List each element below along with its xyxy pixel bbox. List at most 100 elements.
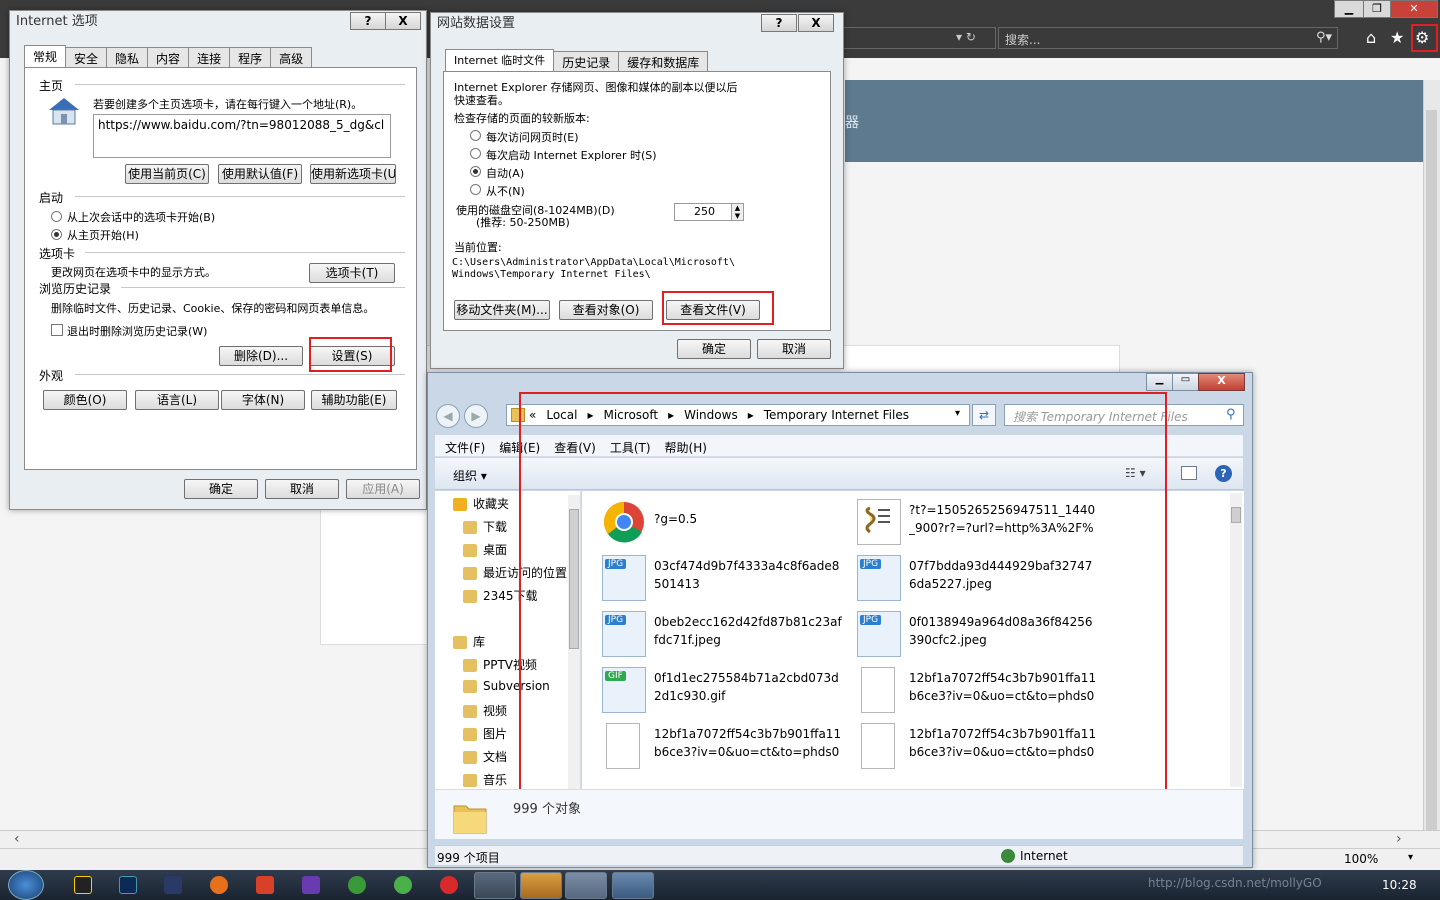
tree-item-label: 库 [473,635,486,649]
ie-maximize-button[interactable]: ❐ [1363,0,1391,18]
tree-item[interactable]: 下载 [463,518,507,535]
help-icon[interactable]: ? [1215,465,1232,482]
tab-history[interactable]: 历史记录 [553,51,620,71]
move-folder-button[interactable]: 移动文件夹(M)... [454,300,550,320]
library-folder-icon [463,659,477,672]
scroll-left-icon[interactable]: ‹ [14,831,20,847]
fonts-button[interactable]: 字体(N) [221,390,305,410]
taskbar-ie-button[interactable] [612,872,654,899]
cancel-button[interactable]: 取消 [757,339,831,359]
forward-arrow-icon[interactable]: ▶ [464,404,488,428]
section-startup: 启动 [39,191,64,205]
help-button[interactable]: ? [350,12,386,30]
tree-item[interactable]: 文档 [463,748,507,765]
ie-close-button[interactable]: ✕ [1390,0,1438,18]
disk-space-input[interactable]: 250 [674,203,734,221]
tree-item[interactable]: 音乐 [463,771,507,788]
search-icon[interactable]: ⚲▾ [1316,30,1332,45]
delete-on-exit-checkbox[interactable] [51,324,63,336]
security-app-icon[interactable] [394,876,412,894]
tree-item[interactable]: 桌面 [463,541,507,558]
homepage-url-input[interactable]: https://www.baidu.com/?tn=98012088_5_dg&… [93,114,391,158]
zoom-dropdown-icon[interactable]: ▾ [1408,852,1413,863]
infinity-app-icon[interactable] [164,876,182,894]
option4-label: 从不(N) [486,185,525,198]
tab-programs[interactable]: 程序 [229,47,272,67]
ok-button[interactable]: 确定 [677,339,751,359]
tab-security[interactable]: 安全 [65,47,108,67]
favorites-star-icon[interactable]: ★ [1390,28,1404,47]
visual-studio-icon[interactable] [302,876,320,894]
minimize-button[interactable]: ▁ [1146,373,1173,391]
chrome-icon[interactable] [348,876,366,894]
qq-icon[interactable] [74,876,92,894]
tree-item[interactable]: 库 [453,633,485,650]
firefox-icon[interactable] [210,876,228,894]
tree-item[interactable]: 收藏夹 [453,495,509,512]
close-button[interactable]: X [385,12,421,30]
file-scrollbar[interactable] [1230,493,1242,787]
use-new-tab-button[interactable]: 使用新选项卡(U) [310,164,396,184]
taskbar-explorer-button[interactable] [565,872,607,899]
maximize-button[interactable]: ▭ [1172,373,1199,391]
home-icon[interactable]: ⌂ [1366,28,1376,47]
tab-advanced[interactable]: 高级 [270,47,313,67]
close-button[interactable]: X [798,14,834,32]
check-never-radio[interactable] [470,184,481,195]
accessibility-button[interactable]: 辅助功能(E) [311,390,397,410]
tree-item-label: 文档 [483,750,508,764]
tab-privacy[interactable]: 隐私 [106,47,149,67]
tab-temp-files[interactable]: Internet 临时文件 [445,49,555,71]
divider [85,252,405,253]
delete-history-button[interactable]: 删除(D)... [219,346,303,366]
back-arrow-icon[interactable]: ◀ [436,404,460,428]
start-button-icon[interactable] [8,870,44,900]
help-button[interactable]: ? [761,14,797,32]
description-line2: 快速查看。 [454,94,509,107]
check-every-visit-radio[interactable] [470,130,481,141]
colors-button[interactable]: 颜色(O) [43,390,127,410]
taskbar-app-button[interactable] [520,872,562,899]
tree-item[interactable]: 视频 [463,702,507,719]
tab-general[interactable]: 常规 [24,45,67,67]
weibo-icon[interactable] [440,876,458,894]
view-objects-button[interactable]: 查看对象(O) [559,300,653,320]
section-tabs: 选项卡 [39,247,76,261]
spinner-arrows-icon[interactable]: ▲ ▼ [731,203,744,221]
close-button[interactable]: X [1198,373,1245,391]
tree-item-label: 音乐 [483,773,508,787]
use-default-button[interactable]: 使用默认值(F) [218,164,302,184]
ie-search-input[interactable]: 搜索... [998,27,1338,49]
ie-scroll-thumb[interactable] [1426,110,1437,850]
refresh-icon[interactable]: ▾ ↻ [956,30,976,44]
scroll-right-icon[interactable]: › [1396,831,1402,847]
banner-text: 器 [845,115,859,131]
tabs-settings-button[interactable]: 选项卡(T) [309,263,395,283]
tree-item[interactable]: 图片 [463,725,507,742]
divider [75,196,405,197]
search-icon[interactable]: ⚲ [1226,407,1236,422]
zoom-level[interactable]: 100% [1344,852,1378,866]
tab-content[interactable]: 内容 [147,47,190,67]
organize-button[interactable]: 组织 ▾ [453,467,487,484]
taskbar-chrome-button[interactable] [474,872,516,899]
tab-cache[interactable]: 缓存和数据库 [618,51,709,71]
preview-pane-icon[interactable] [1181,466,1197,480]
tabs-hint: 更改网页在选项卡中的显示方式。 [51,266,216,279]
use-current-button[interactable]: 使用当前页(C) [125,164,209,184]
menu-file[interactable]: 文件(F) [445,439,485,456]
tab-connections[interactable]: 连接 [188,47,231,67]
startup-last-session-radio[interactable] [51,211,62,222]
ok-button[interactable]: 确定 [184,479,258,499]
startup-homepage-radio[interactable] [51,229,62,240]
ie-minimize-button[interactable]: ▁ [1334,0,1364,18]
html-editor-icon[interactable] [256,876,274,894]
languages-button[interactable]: 语言(L) [135,390,219,410]
check-auto-radio[interactable] [470,166,481,177]
apply-button[interactable]: 应用(A) [346,479,420,499]
cancel-button[interactable]: 取消 [265,479,339,499]
check-every-start-radio[interactable] [470,148,481,159]
file-scroll-thumb[interactable] [1231,507,1241,523]
section-history: 浏览历史记录 [39,282,112,296]
photoshop-icon[interactable] [119,876,137,894]
